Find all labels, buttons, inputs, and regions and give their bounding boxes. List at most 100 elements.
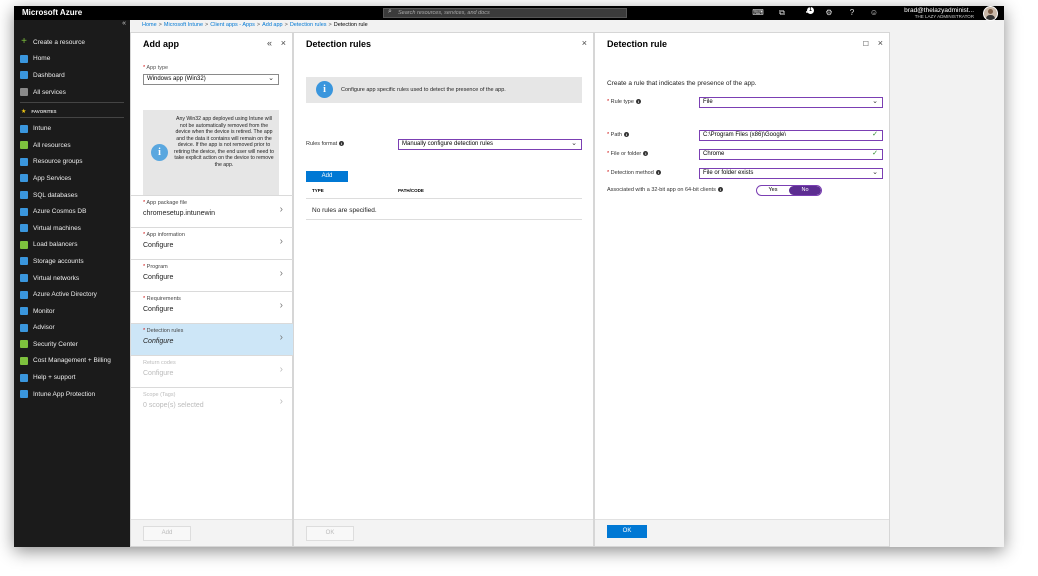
sidebar-item-advisor[interactable]: Advisor (14, 320, 130, 337)
step-detection-rules[interactable]: * Detection rules Configure › (131, 323, 293, 355)
info-tooltip-icon[interactable]: i (635, 99, 641, 105)
path-value: C:\Program Files (x86)\Google\ (703, 132, 787, 138)
info-tooltip-icon[interactable]: i (717, 187, 723, 193)
info-tooltip-icon[interactable]: i (339, 141, 345, 147)
sidebar-item-app-services[interactable]: App Services (14, 170, 130, 187)
service-icon (20, 340, 28, 349)
service-icon (20, 307, 28, 316)
app-type-dropdown[interactable]: Windows app (Win32) ⌄ (143, 74, 279, 85)
rules-format-dropdown[interactable]: Manually configure detection rules ⌄ (398, 139, 582, 150)
sidebar-item-label: Azure Cosmos DB (33, 208, 87, 216)
associated-32bit-toggle[interactable]: Yes No (756, 185, 822, 196)
step-label: Return codes (143, 360, 176, 366)
service-icon (20, 54, 28, 63)
add-rule-button[interactable]: Add (306, 171, 348, 182)
info-tooltip-icon[interactable]: i (655, 170, 661, 176)
brand-title[interactable]: Microsoft Azure (22, 8, 82, 17)
step-app-package-file[interactable]: * App package file chromesetup.intunewin › (131, 195, 293, 227)
sidebar-item-virtual-machines[interactable]: Virtual machines (14, 220, 130, 237)
step-app-information[interactable]: * App information Configure › (131, 227, 293, 259)
sidebar-item-all-resources[interactable]: All resources (14, 137, 130, 154)
step-label: * Program (143, 264, 168, 270)
service-icon (20, 274, 28, 283)
add-button[interactable]: Add (143, 526, 191, 541)
sidebar-item-help-support[interactable]: Help + support (14, 369, 130, 386)
ok-button[interactable]: OK (306, 526, 354, 541)
favorites-header: ★ FAVORITES (14, 105, 130, 117)
breadcrumb-separator: > (256, 22, 261, 28)
service-icon (20, 240, 28, 249)
search-input[interactable] (398, 9, 618, 17)
help-icon[interactable]: ? (846, 7, 858, 19)
sidebar-item-resource-groups[interactable]: Resource groups (14, 154, 130, 171)
file-or-folder-field[interactable]: Chrome ✓ (699, 149, 883, 160)
sidebar-item-security-center[interactable]: Security Center (14, 336, 130, 353)
close-icon[interactable]: × (582, 38, 587, 48)
breadcrumb-link[interactable]: Microsoft Intune (164, 22, 203, 28)
sidebar-item-monitor[interactable]: Monitor (14, 303, 130, 320)
sidebar-item-label: Intune App Protection (33, 390, 96, 398)
breadcrumb-separator: > (205, 22, 209, 28)
breadcrumb-separator: > (328, 22, 332, 28)
avatar[interactable] (983, 6, 998, 21)
sidebar-item-create-resource[interactable]: + Create a resource (14, 34, 130, 51)
collapse-sidebar-icon[interactable]: « (122, 20, 126, 27)
service-icon (20, 224, 28, 233)
chevron-right-icon: › (279, 364, 283, 375)
sidebar: « + Create a resource Home Dashboard All s… (14, 20, 130, 547)
blade-title: Add app (143, 39, 179, 49)
sidebar-item-load-balancers[interactable]: Load balancers (14, 237, 130, 254)
sidebar-item-azure-active-directory[interactable]: Azure Active Directory (14, 286, 130, 303)
close-icon[interactable]: × (878, 38, 883, 48)
step-value: Configure (143, 338, 174, 345)
search-icon: ⌕ (388, 8, 392, 15)
step-program[interactable]: * Program Configure › (131, 259, 293, 291)
path-field[interactable]: C:\Program Files (x86)\Google\ ✓ (699, 130, 883, 141)
global-search[interactable]: ⌕ (383, 8, 627, 18)
rules-table-header: TYPE PATH/CODE (306, 187, 582, 199)
toggle-no[interactable]: No (789, 186, 821, 195)
breadcrumb-link[interactable]: Add app (262, 22, 283, 28)
sidebar-item-intune-app-protection[interactable]: Intune App Protection (14, 386, 130, 403)
service-icon (20, 257, 28, 266)
sidebar-item-label: Load balancers (33, 241, 78, 249)
info-tooltip-icon[interactable]: i (624, 132, 629, 138)
sidebar-item-virtual-networks[interactable]: Virtual networks (14, 270, 130, 287)
sidebar-item-label: App Services (33, 174, 72, 182)
service-icon (20, 124, 28, 133)
step-requirements[interactable]: * Requirements Configure › (131, 291, 293, 323)
cloud-shell-icon[interactable]: ⌨ (752, 7, 764, 19)
service-icon (20, 290, 28, 299)
sidebar-item-storage-accounts[interactable]: Storage accounts (14, 253, 130, 270)
sidebar-item-all-services[interactable]: All services (14, 84, 130, 101)
detection-method-dropdown[interactable]: File or folder exists ⌄ (699, 168, 883, 179)
sidebar-item-cost-management-billing[interactable]: Cost Management + Billing (14, 353, 130, 370)
user-account[interactable]: brad@thelazyadminist... THE LAZY ADMINIS… (904, 7, 974, 20)
toggle-yes[interactable]: Yes (757, 186, 789, 195)
sidebar-item-intune[interactable]: Intune (14, 120, 130, 137)
step-value: Configure (143, 306, 174, 313)
minimize-blade-icon[interactable]: « (267, 38, 272, 48)
info-icon: i (151, 144, 168, 161)
close-icon[interactable]: × (281, 38, 286, 48)
service-icon (20, 207, 28, 216)
chevron-down-icon: ⌄ (571, 140, 577, 147)
app-type-value: Windows app (Win32) (147, 76, 206, 82)
feedback-icon[interactable]: ☺ (868, 7, 880, 19)
breadcrumb-link[interactable]: Detection rules (290, 22, 327, 28)
sidebar-item-home[interactable]: Home (14, 51, 130, 68)
sidebar-item-dashboard[interactable]: Dashboard (14, 67, 130, 84)
app-type-label: * App type (143, 65, 169, 71)
settings-icon[interactable]: ⚙ (823, 7, 835, 19)
col-type[interactable]: TYPE (312, 188, 324, 193)
breadcrumb-link[interactable]: Home (142, 22, 157, 28)
breadcrumb-link[interactable]: Client apps - Apps (210, 22, 255, 28)
maximize-icon[interactable]: ☐ (863, 40, 869, 48)
sidebar-item-sql-databases[interactable]: SQL databases (14, 187, 130, 204)
col-path-code[interactable]: PATH/CODE (398, 188, 424, 193)
ok-button[interactable]: OK (607, 525, 647, 538)
directory-filter-icon[interactable]: ⧉ (776, 7, 788, 19)
info-tooltip-icon[interactable]: i (643, 151, 649, 157)
rule-type-dropdown[interactable]: File ⌄ (699, 97, 883, 108)
sidebar-item-azure-cosmos-db[interactable]: Azure Cosmos DB (14, 203, 130, 220)
